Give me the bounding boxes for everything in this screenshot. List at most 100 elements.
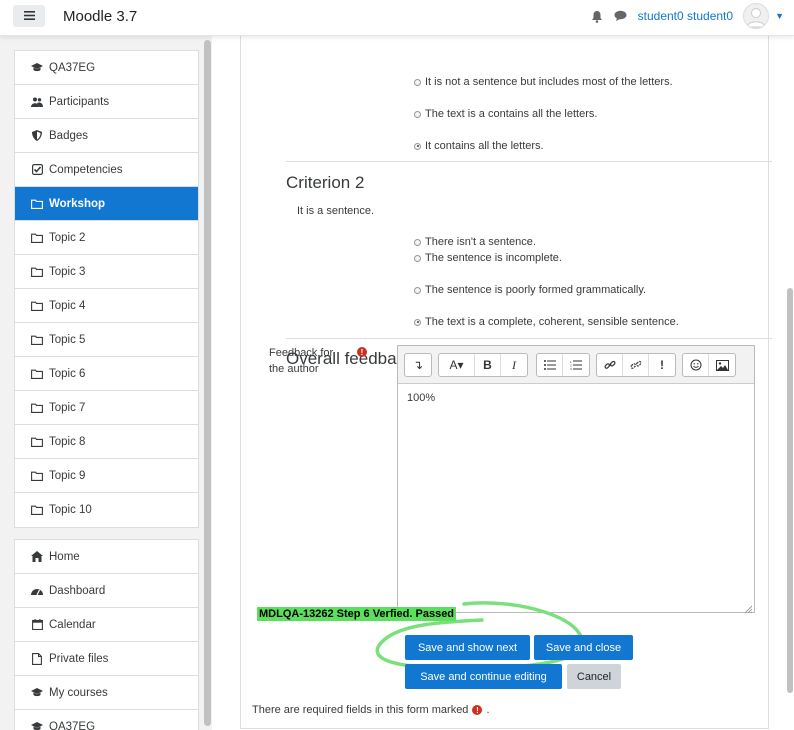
folder-icon	[31, 436, 43, 448]
resize-handle-icon[interactable]	[744, 602, 753, 614]
criterion2-option-1[interactable]: There isn't a sentence.	[414, 236, 536, 248]
main-content: It is not a sentence but includes most o…	[224, 36, 794, 730]
main-scrollbar[interactable]	[786, 36, 794, 730]
ordered-list-icon[interactable]: 123	[563, 354, 589, 376]
sidebar-item-label: Workshop	[49, 197, 106, 210]
option-label: It is not a sentence but includes most o…	[425, 76, 673, 88]
criterion1-option-1[interactable]: It is not a sentence but includes most o…	[414, 76, 673, 88]
sidebar-item-topic-7[interactable]: Topic 7	[15, 391, 198, 425]
radio-button[interactable]	[414, 286, 421, 294]
option-label: The text is a contains all the letters.	[425, 108, 598, 120]
folder-icon	[31, 368, 43, 380]
sidebar-item-topic-6[interactable]: Topic 6	[15, 357, 198, 391]
messages-icon[interactable]	[614, 9, 628, 23]
calendar-icon	[31, 619, 43, 631]
site-nav-group: Home Dashboard Calendar Private files My cou…	[14, 539, 199, 730]
sidebar-scrollbar[interactable]	[204, 38, 211, 728]
hamburger-menu-button[interactable]	[13, 5, 45, 27]
course-nav-group: QA37EG Participants Badges Competencies Work…	[14, 50, 199, 528]
criterion2-option-3[interactable]: The sentence is poorly formed grammatica…	[414, 284, 646, 296]
sidebar-site-item-private-files[interactable]: Private files	[15, 642, 198, 676]
option-label: It contains all the letters.	[425, 140, 544, 152]
radio-button-checked[interactable]	[414, 142, 421, 150]
toolbar-group-media	[682, 353, 736, 377]
feedback-author-label: Feedback for the author	[269, 347, 334, 375]
sidebar-item-qa37eg[interactable]: QA37EG	[15, 51, 198, 85]
notification-bell-icon[interactable]	[590, 9, 604, 23]
sidebar-scrollbar-thumb[interactable]	[204, 40, 211, 726]
dashboard-icon	[31, 585, 43, 597]
toolbar-toggle-icon[interactable]: ↴	[405, 354, 431, 376]
toolbar-group-collapse: ↴	[404, 353, 432, 377]
required-fields-note: There are required fields in this form m…	[252, 704, 490, 716]
sidebar-item-topic-4[interactable]: Topic 4	[15, 289, 198, 323]
save-and-continue-button[interactable]: Save and continue editing	[405, 664, 562, 689]
image-icon[interactable]	[709, 354, 735, 376]
toolbar-group-links: !	[596, 353, 676, 377]
unordered-list-icon[interactable]	[537, 354, 563, 376]
graduation-cap-icon	[31, 721, 43, 730]
editor-content[interactable]: 100%	[398, 384, 754, 412]
folder-icon	[31, 470, 43, 482]
sidebar-site-item-home[interactable]: Home	[15, 540, 198, 574]
bold-icon[interactable]: B	[475, 354, 501, 376]
criterion2-option-2[interactable]: The sentence is incomplete.	[414, 252, 562, 264]
emoticon-icon[interactable]	[683, 354, 709, 376]
save-and-close-button[interactable]: Save and close	[534, 635, 633, 660]
sidebar-item-topic-9[interactable]: Topic 9	[15, 459, 198, 493]
sidebar-item-topic-3[interactable]: Topic 3	[15, 255, 198, 289]
main-scrollbar-thumb[interactable]	[787, 288, 793, 693]
svg-text:3: 3	[570, 367, 572, 370]
paragraph-style-icon[interactable]: A▾	[439, 354, 475, 376]
unlink-icon[interactable]	[623, 354, 649, 376]
cancel-button[interactable]: Cancel	[567, 664, 621, 689]
criterion1-option-2[interactable]: The text is a contains all the letters.	[414, 108, 597, 120]
radio-button-checked[interactable]	[414, 318, 421, 326]
folder-icon	[31, 504, 43, 516]
option-label: The text is a complete, coherent, sensib…	[425, 316, 679, 328]
sidebar-item-label: Home	[49, 550, 80, 563]
folder-icon	[31, 334, 43, 346]
graduation-cap-icon	[31, 62, 43, 74]
sidebar-site-item-dashboard[interactable]: Dashboard	[15, 574, 198, 608]
feedback-editor[interactable]: ↴ A▾ B I 123 ! 100%	[397, 345, 755, 614]
save-and-show-next-button[interactable]: Save and show next	[405, 635, 530, 660]
sidebar-item-topic-2[interactable]: Topic 2	[15, 221, 198, 255]
sidebar-item-competencies[interactable]: Competencies	[15, 153, 198, 187]
criterion1-option-3[interactable]: It contains all the letters.	[414, 140, 544, 152]
sidebar-item-participants[interactable]: Participants	[15, 85, 198, 119]
toolbar-group-lists: 123	[536, 353, 590, 377]
radio-button[interactable]	[414, 78, 421, 86]
sidebar-item-topic-10[interactable]: Topic 10	[15, 493, 198, 527]
user-avatar[interactable]	[743, 3, 770, 29]
radio-button[interactable]	[414, 110, 421, 118]
toolbar-group-style: A▾ B I	[438, 353, 528, 377]
user-name[interactable]: student0 student0	[638, 9, 733, 23]
option-label: The sentence is poorly formed grammatica…	[425, 284, 647, 296]
sidebar-site-item-calendar[interactable]: Calendar	[15, 608, 198, 642]
link-icon[interactable]	[597, 354, 623, 376]
italic-icon[interactable]: I	[501, 354, 527, 376]
radio-button[interactable]	[414, 254, 421, 262]
folder-icon	[31, 300, 43, 312]
check-square-icon	[31, 164, 43, 176]
home-icon	[31, 551, 43, 563]
divider	[286, 161, 772, 162]
site-brand[interactable]: Moodle 3.7	[63, 8, 137, 25]
sidebar-item-badges[interactable]: Badges	[15, 119, 198, 153]
sidebar-item-label: Competencies	[49, 163, 123, 176]
sidebar-site-item-qa37eg[interactable]: QA37EG	[15, 710, 198, 730]
exclamation-icon[interactable]: !	[649, 354, 675, 376]
sidebar-item-topic-5[interactable]: Topic 5	[15, 323, 198, 357]
hamburger-icon	[23, 9, 35, 23]
sidebar-item-topic-8[interactable]: Topic 8	[15, 425, 198, 459]
sidebar-item-label: Topic 3	[49, 265, 86, 278]
sidebar-item-workshop[interactable]: Workshop	[15, 187, 198, 221]
sidebar-item-label: Topic 4	[49, 299, 86, 312]
sidebar-item-label: Topic 7	[49, 401, 86, 414]
nav-drawer: QA37EG Participants Badges Competencies Work…	[0, 36, 212, 730]
criterion2-option-4[interactable]: The text is a complete, coherent, sensib…	[414, 316, 679, 328]
sidebar-site-item-my-courses[interactable]: My courses	[15, 676, 198, 710]
user-menu-caret-icon[interactable]: ▼	[775, 11, 784, 21]
radio-button[interactable]	[414, 238, 421, 246]
